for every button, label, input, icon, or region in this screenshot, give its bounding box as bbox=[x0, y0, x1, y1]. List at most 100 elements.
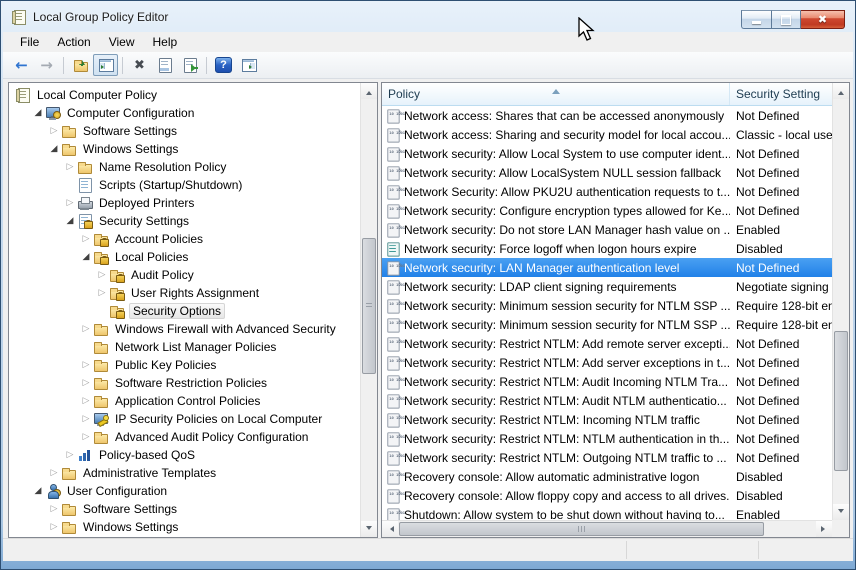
tree-item-windows-firewall-with-advanced-security[interactable]: ▷Windows Firewall with Advanced Security bbox=[9, 320, 360, 338]
policy-row-network-security-restrict-ntlm-add-remot[interactable]: Network security: Restrict NTLM: Add rem… bbox=[382, 334, 832, 353]
tree-item-name-resolution-policy[interactable]: ▷Name Resolution Policy bbox=[9, 158, 360, 176]
tree-item-policy-based-qos[interactable]: ▷Policy-based QoS bbox=[9, 446, 360, 464]
policy-row-network-security-minimum-session-securit[interactable]: Network security: Minimum session securi… bbox=[382, 315, 832, 334]
tree-item-computer-configuration[interactable]: ◢Computer Configuration bbox=[9, 104, 360, 122]
expand-icon[interactable]: ▷ bbox=[79, 414, 93, 424]
expand-icon[interactable]: ▷ bbox=[63, 162, 77, 172]
expand-icon[interactable]: ▷ bbox=[95, 288, 109, 298]
delete-button[interactable]: ✖ bbox=[127, 54, 152, 76]
expand-icon[interactable]: ▷ bbox=[47, 126, 61, 136]
collapse-icon[interactable]: ◢ bbox=[63, 216, 77, 226]
policy-row-network-security-restrict-ntlm-audit-inc[interactable]: Network security: Restrict NTLM: Audit I… bbox=[382, 372, 832, 391]
collapse-icon[interactable]: ◢ bbox=[31, 486, 45, 496]
tree-item-account-policies[interactable]: ▷Account Policies bbox=[9, 230, 360, 248]
list-scroll-down-button[interactable] bbox=[833, 504, 849, 520]
tree-item-application-control-policies[interactable]: ▷Application Control Policies bbox=[9, 392, 360, 410]
policy-row-shutdown-allow-system-to-be-shut-down-wi[interactable]: Shutdown: Allow system to be shut down w… bbox=[382, 505, 832, 520]
policy-row-network-security-allow-local-system-to-u[interactable]: Network security: Allow Local System to … bbox=[382, 144, 832, 163]
policy-row-network-security-allow-pku2u-authenticat[interactable]: Network Security: Allow PKU2U authentica… bbox=[382, 182, 832, 201]
tree-item-administrative-templates[interactable]: ▷Administrative Templates bbox=[9, 464, 360, 482]
tree-item-user-configuration[interactable]: ◢User Configuration bbox=[9, 482, 360, 500]
tree-item-advanced-audit-policy-configuration[interactable]: ▷Advanced Audit Policy Configuration bbox=[9, 428, 360, 446]
expand-icon[interactable]: ▷ bbox=[95, 270, 109, 280]
tree-item-software-restriction-policies[interactable]: ▷Software Restriction Policies bbox=[9, 374, 360, 392]
restore-button[interactable] bbox=[771, 10, 801, 29]
tree-item-deployed-printers[interactable]: ▷Deployed Printers bbox=[9, 194, 360, 212]
menu-file[interactable]: File bbox=[11, 33, 48, 51]
tree-vertical-scrollbar[interactable] bbox=[360, 83, 377, 537]
collapse-icon[interactable]: ◢ bbox=[31, 108, 45, 118]
expand-icon[interactable]: ▷ bbox=[79, 234, 93, 244]
forward-button[interactable]: → bbox=[34, 54, 59, 76]
tree-item-public-key-policies[interactable]: ▷Public Key Policies bbox=[9, 356, 360, 374]
tree-item-software-settings[interactable]: ▷Software Settings bbox=[9, 122, 360, 140]
tree-item-network-list-manager-policies[interactable]: Network List Manager Policies bbox=[9, 338, 360, 356]
policy-row-network-security-restrict-ntlm-audit-ntl[interactable]: Network security: Restrict NTLM: Audit N… bbox=[382, 391, 832, 410]
collapse-icon[interactable]: ◢ bbox=[79, 252, 93, 262]
menu-action[interactable]: Action bbox=[48, 33, 99, 51]
policy-row-network-access-sharing-and-security-mode[interactable]: Network access: Sharing and security mod… bbox=[382, 125, 832, 144]
expand-icon[interactable]: ▷ bbox=[79, 396, 93, 406]
up-one-level-button[interactable] bbox=[68, 54, 93, 76]
tree-item-scripts-startup-shutdown[interactable]: Scripts (Startup/Shutdown) bbox=[9, 176, 360, 194]
tree-item-windows-settings[interactable]: ▷Windows Settings bbox=[9, 518, 360, 536]
menu-help[interactable]: Help bbox=[144, 33, 187, 51]
policy-row-network-security-force-logoff-when-logon[interactable]: Network security: Force logoff when logo… bbox=[382, 239, 832, 258]
column-header-policy[interactable]: Policy bbox=[382, 83, 730, 105]
expand-icon[interactable]: ▷ bbox=[79, 324, 93, 334]
show-console-tree-button[interactable] bbox=[93, 54, 118, 76]
policy-row-network-security-ldap-client-signing-req[interactable]: Network security: LDAP client signing re… bbox=[382, 277, 832, 296]
policy-row-network-security-do-not-store-lan-manage[interactable]: Network security: Do not store LAN Manag… bbox=[382, 220, 832, 239]
expand-icon[interactable]: ▷ bbox=[47, 468, 61, 478]
policy-row-network-access-shares-that-can-be-access[interactable]: Network access: Shares that can be acces… bbox=[382, 106, 832, 125]
policy-row-network-security-restrict-ntlm-outgoing-[interactable]: Network security: Restrict NTLM: Outgoin… bbox=[382, 448, 832, 467]
tree-item-security-settings[interactable]: ◢Security Settings bbox=[9, 212, 360, 230]
list-scroll-left-button[interactable] bbox=[382, 521, 398, 537]
tree-item-administrative-templates[interactable]: ▷Administrative Templates bbox=[9, 536, 360, 537]
properties-button[interactable] bbox=[152, 54, 177, 76]
list-horizontal-thumb[interactable] bbox=[399, 522, 764, 536]
tree-scrollbar-thumb[interactable] bbox=[362, 238, 376, 374]
show-action-pane-button[interactable] bbox=[236, 54, 261, 76]
policy-row-network-security-configure-encryption-ty[interactable]: Network security: Configure encryption t… bbox=[382, 201, 832, 220]
policy-row-network-security-allow-localsystem-null-[interactable]: Network security: Allow LocalSystem NULL… bbox=[382, 163, 832, 182]
tree-item-user-rights-assignment[interactable]: ▷User Rights Assignment bbox=[9, 284, 360, 302]
list-scroll-up-button[interactable] bbox=[833, 83, 849, 99]
tree-item-ip-security-policies-on-local-computer[interactable]: ▷IP Security Policies on Local Computer bbox=[9, 410, 360, 428]
tree-item-security-options[interactable]: Security Options bbox=[9, 302, 360, 320]
window-title-bar[interactable]: Local Group Policy Editor ✖ bbox=[1, 1, 855, 32]
tree-item-software-settings[interactable]: ▷Software Settings bbox=[9, 500, 360, 518]
policy-row-network-security-lan-manager-authenticat[interactable]: Network security: LAN Manager authentica… bbox=[382, 258, 832, 277]
list-vertical-scrollbar[interactable] bbox=[832, 83, 849, 520]
policy-row-recovery-console-allow-automatic-adminis[interactable]: Recovery console: Allow automatic admini… bbox=[382, 467, 832, 486]
back-button[interactable]: ← bbox=[9, 54, 34, 76]
tree-item-windows-settings[interactable]: ◢Windows Settings bbox=[9, 140, 360, 158]
collapse-icon[interactable]: ◢ bbox=[47, 144, 61, 154]
policy-row-network-security-restrict-ntlm-ntlm-auth[interactable]: Network security: Restrict NTLM: NTLM au… bbox=[382, 429, 832, 448]
list-scroll-right-button[interactable] bbox=[816, 521, 832, 537]
expand-icon[interactable]: ▷ bbox=[79, 432, 93, 442]
expand-icon[interactable]: ▷ bbox=[63, 198, 77, 208]
tree-item-local-computer-policy[interactable]: Local Computer Policy bbox=[9, 86, 360, 104]
policy-row-network-security-minimum-session-securit[interactable]: Network security: Minimum session securi… bbox=[382, 296, 832, 315]
tree-scroll-up-button[interactable] bbox=[361, 83, 377, 99]
expand-icon[interactable]: ▷ bbox=[79, 378, 93, 388]
expand-icon[interactable]: ▷ bbox=[47, 504, 61, 514]
list-horizontal-scrollbar[interactable] bbox=[382, 520, 832, 537]
help-button[interactable]: ? bbox=[211, 54, 236, 76]
expand-icon[interactable]: ▷ bbox=[47, 522, 61, 532]
menu-view[interactable]: View bbox=[100, 33, 144, 51]
tree-scroll-down-button[interactable] bbox=[361, 521, 377, 537]
expand-icon[interactable]: ▷ bbox=[63, 450, 77, 460]
policy-row-recovery-console-allow-floppy-copy-and-a[interactable]: Recovery console: Allow floppy copy and … bbox=[382, 486, 832, 505]
close-button[interactable]: ✖ bbox=[801, 10, 845, 29]
expand-icon[interactable]: ▷ bbox=[79, 360, 93, 370]
policy-row-network-security-restrict-ntlm-incoming-[interactable]: Network security: Restrict NTLM: Incomin… bbox=[382, 410, 832, 429]
policy-row-network-security-restrict-ntlm-add-serve[interactable]: Network security: Restrict NTLM: Add ser… bbox=[382, 353, 832, 372]
tree-item-audit-policy[interactable]: ▷Audit Policy bbox=[9, 266, 360, 284]
minimize-button[interactable] bbox=[741, 10, 771, 29]
list-scrollbar-thumb[interactable] bbox=[834, 331, 848, 471]
tree-item-local-policies[interactable]: ◢Local Policies bbox=[9, 248, 360, 266]
column-header-security-setting[interactable]: Security Setting bbox=[730, 83, 832, 105]
export-list-button[interactable] bbox=[177, 54, 202, 76]
